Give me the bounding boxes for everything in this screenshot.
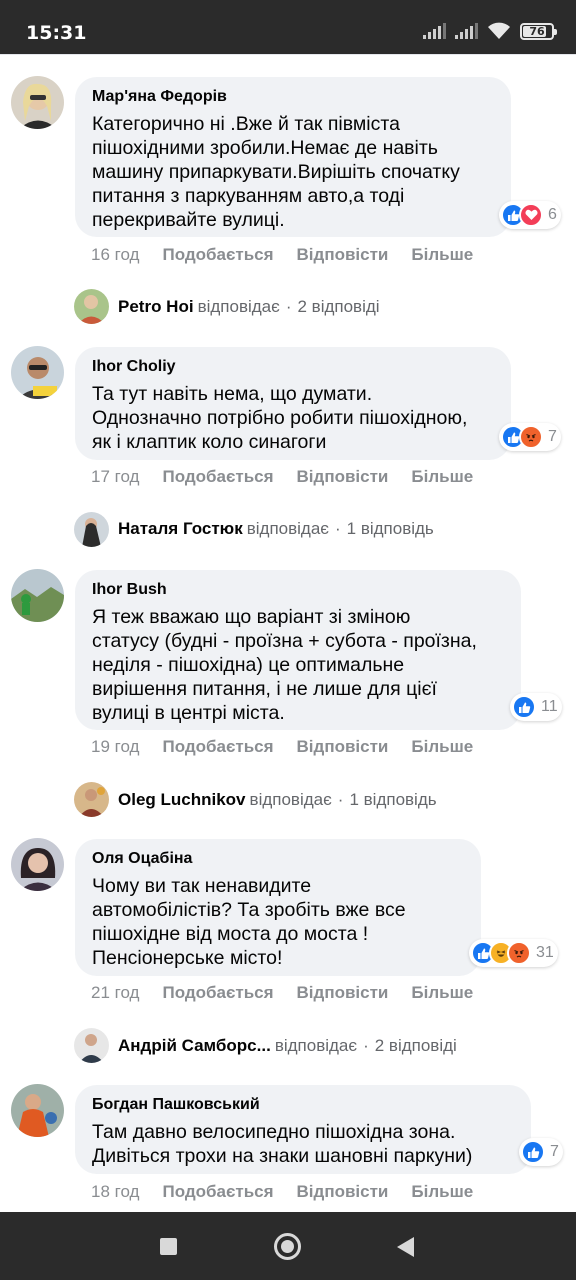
view-replies-link[interactable]: Petro Hoi відповідає · 2 відповіді	[118, 297, 380, 317]
status-time: 15:31	[26, 22, 87, 44]
love-icon	[519, 203, 543, 227]
reaction-count: 6	[548, 206, 557, 223]
comment-actions: 18 год Подобається Відповісти Більше	[91, 1182, 473, 1202]
back-button[interactable]	[397, 1237, 414, 1257]
comment-actions: 19 год Подобається Відповісти Більше	[91, 737, 473, 757]
reply-author: Наталя Гостюк	[118, 519, 243, 538]
more-button[interactable]: Більше	[411, 1182, 473, 1202]
navigation-bar	[0, 1212, 576, 1280]
reaction-count: 11	[541, 698, 558, 715]
view-replies-link[interactable]: Наталя Гостюк відповідає · 1 відповідь	[118, 519, 434, 539]
reactions-summary[interactable]: 6	[499, 201, 561, 229]
avatar[interactable]	[11, 1084, 64, 1137]
reply-count: 1 відповідь	[349, 790, 437, 809]
comment-bubble: Оля Оцабіна Чому ви так ненавидите автом…	[75, 839, 481, 976]
avatar[interactable]	[11, 346, 64, 399]
reactions-summary[interactable]: 11	[510, 693, 562, 721]
avatar[interactable]	[11, 569, 64, 622]
comment-time[interactable]: 17 год	[91, 467, 139, 487]
comment-bubble: Ihor Choliy Та тут навіть нема, що думат…	[75, 347, 511, 460]
reply-button[interactable]: Відповісти	[297, 245, 389, 265]
reply-verb: відповідає	[246, 519, 329, 538]
battery-level: 76	[529, 24, 545, 38]
reply-verb: відповідає	[197, 297, 280, 316]
like-icon	[521, 1140, 545, 1164]
divider	[0, 54, 576, 55]
recent-apps-button[interactable]	[160, 1238, 177, 1255]
angry-icon	[519, 425, 543, 449]
separator: ·	[334, 519, 341, 538]
comment-author[interactable]: Ihor Choliy	[92, 358, 495, 376]
reply-button[interactable]: Відповісти	[297, 983, 389, 1003]
view-replies-link[interactable]: Андрій Самборс... відповідає · 2 відпові…	[118, 1036, 457, 1056]
avatar[interactable]	[11, 838, 64, 891]
reply-avatar[interactable]	[74, 289, 109, 324]
reaction-count: 7	[550, 1143, 559, 1160]
reply-button[interactable]: Відповісти	[297, 737, 389, 757]
comment-actions: 21 год Подобається Відповісти Більше	[91, 983, 473, 1003]
reactions-summary[interactable]: 7	[519, 1138, 563, 1166]
comment-time[interactable]: 16 год	[91, 245, 139, 265]
reply-button[interactable]: Відповісти	[297, 467, 389, 487]
comment-time[interactable]: 21 год	[91, 983, 139, 1003]
more-button[interactable]: Більше	[411, 245, 473, 265]
reply-author: Oleg Luchnikov	[118, 790, 246, 809]
wifi-icon	[488, 22, 510, 39]
reply-button[interactable]: Відповісти	[297, 1182, 389, 1202]
reply-verb: відповідає	[249, 790, 332, 809]
comment-time[interactable]: 19 год	[91, 737, 139, 757]
reply-avatar[interactable]	[74, 1028, 109, 1063]
reactions-summary[interactable]: 7	[499, 423, 561, 451]
comment-actions: 16 год Подобається Відповісти Більше	[91, 245, 473, 265]
comment-time[interactable]: 18 год	[91, 1182, 139, 1202]
avatar[interactable]	[11, 76, 64, 129]
signal-icon	[423, 23, 446, 39]
home-button[interactable]	[274, 1233, 301, 1260]
comment-bubble: Мар'яна Федорів Категорично ні .Вже й та…	[75, 77, 511, 237]
reply-count: 2 відповіді	[374, 1036, 457, 1055]
reply-author: Андрій Самборс...	[118, 1036, 271, 1055]
like-icon	[512, 695, 536, 719]
separator: ·	[285, 297, 292, 316]
separator: ·	[337, 790, 344, 809]
reaction-count: 7	[548, 428, 557, 445]
reply-author: Petro Hoi	[118, 297, 194, 316]
like-button[interactable]: Подобається	[162, 245, 273, 265]
like-button[interactable]: Подобається	[162, 983, 273, 1003]
reactions-summary[interactable]: 31	[469, 939, 558, 967]
comment-author[interactable]: Оля Оцабіна	[92, 850, 465, 868]
comment-bubble: Богдан Пашковський Там давно велосипедно…	[75, 1085, 531, 1174]
comment-author[interactable]: Ihor Bush	[92, 581, 505, 599]
battery-icon: 76	[520, 22, 557, 40]
comment-text: Чому ви так ненавидите автомобілістів? Т…	[92, 875, 406, 969]
comment-actions: 17 год Подобається Відповісти Більше	[91, 467, 473, 487]
comment-text: Я теж вважаю що варіант зі зміною статус…	[92, 606, 477, 724]
reply-verb: відповідає	[274, 1036, 358, 1055]
status-icons: 76	[423, 22, 557, 40]
reply-count: 2 відповіді	[297, 297, 380, 316]
comment-text: Там давно велосипедно пішохідна зона. Ди…	[92, 1121, 473, 1167]
reaction-count: 31	[536, 944, 554, 961]
like-button[interactable]: Подобається	[162, 737, 273, 757]
reply-avatar[interactable]	[74, 782, 109, 817]
reply-avatar[interactable]	[74, 512, 109, 547]
more-button[interactable]: Більше	[411, 737, 473, 757]
more-button[interactable]: Більше	[411, 467, 473, 487]
view-replies-link[interactable]: Oleg Luchnikov відповідає · 1 відповідь	[118, 790, 437, 810]
comment-bubble: Ihor Bush Я теж вважаю що варіант зі змі…	[75, 570, 521, 730]
like-button[interactable]: Подобається	[162, 467, 273, 487]
signal-icon	[455, 23, 478, 39]
like-button[interactable]: Подобається	[162, 1182, 273, 1202]
status-bar: 15:31 76	[0, 0, 576, 54]
angry-icon	[507, 941, 531, 965]
reply-count: 1 відповідь	[346, 519, 434, 538]
comment-text: Категорично ні .Вже й так півміста пішох…	[92, 113, 460, 231]
comment-text: Та тут навіть нема, що думати. Однозначн…	[92, 383, 468, 453]
separator: ·	[363, 1036, 369, 1055]
more-button[interactable]: Більше	[411, 983, 473, 1003]
comment-author[interactable]: Мар'яна Федорів	[92, 88, 495, 106]
comment-author[interactable]: Богдан Пашковський	[92, 1096, 515, 1114]
